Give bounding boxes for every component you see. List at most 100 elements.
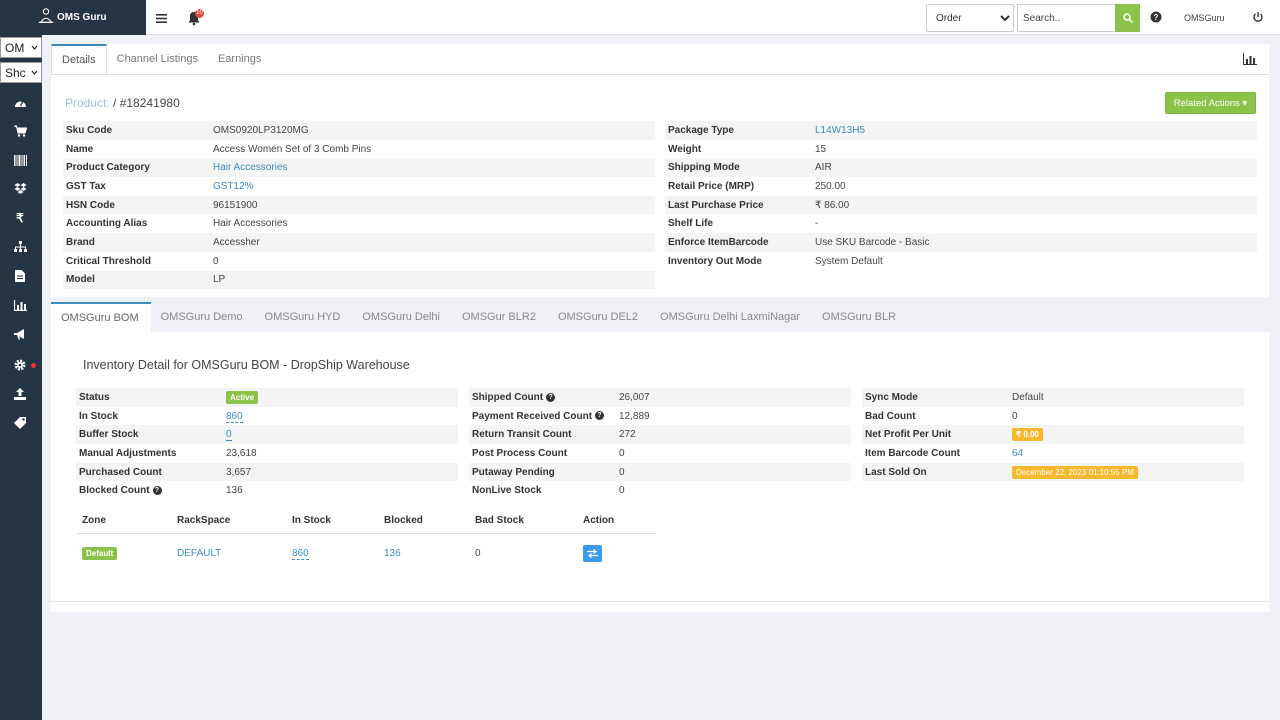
tab-warehouse[interactable]: OMSGur BLR2: [452, 302, 548, 332]
power-icon[interactable]: [1252, 11, 1264, 23]
settings-icon[interactable]: [12, 357, 28, 373]
tab-channel-listings[interactable]: Channel Listings: [107, 44, 208, 74]
detail-label: Critical Threshold: [66, 255, 152, 267]
help-icon[interactable]: ?: [152, 486, 162, 496]
product-link[interactable]: Product:: [65, 96, 110, 110]
detail-value-cell: GST12%: [210, 177, 655, 196]
inventory-row: Sync Mode Default: [862, 388, 1244, 407]
detail-label: Accounting Alias: [66, 218, 148, 230]
detail-label: Weight: [668, 143, 702, 155]
item-barcode-count-link[interactable]: 64: [1012, 448, 1023, 459]
related-actions-button[interactable]: Related Actions ▾: [1165, 92, 1256, 114]
inventory-value: 23,618: [226, 447, 257, 459]
inventory-label: Post Process Count: [472, 447, 568, 459]
inventory-label: Purchased Count: [76, 462, 223, 482]
detail-label: Sku Code: [63, 121, 210, 140]
exchange-icon: [587, 548, 598, 558]
dashboard-icon[interactable]: [12, 94, 28, 110]
detail-row: Accounting Alias Hair Accessories: [63, 214, 655, 233]
help-icon[interactable]: ?: [595, 411, 605, 421]
rackspace-link[interactable]: DEFAULT: [177, 548, 221, 559]
detail-row: Product Category Hair Accessories: [63, 158, 655, 178]
detail-value: ₹ 86.00: [812, 195, 1257, 215]
help-icon[interactable]: ?: [1150, 11, 1162, 23]
barcode-icon[interactable]: [12, 152, 28, 168]
tab-warehouse[interactable]: OMSGuru DEL2: [548, 302, 650, 332]
inventory-row: Bad Count 0: [862, 407, 1244, 426]
zone-blocked-link[interactable]: 136: [384, 548, 401, 559]
inventory-row: Blocked Count? 136: [76, 481, 458, 500]
detail-value-link[interactable]: GST12%: [213, 181, 254, 192]
detail-value-link[interactable]: L14W13H5: [815, 125, 865, 136]
menu-toggle-icon[interactable]: [151, 8, 171, 28]
tab-warehouse[interactable]: OMSGuru HYD: [255, 302, 353, 332]
column-header: Action: [578, 509, 656, 534]
table-row: Default DEFAULT 860 136 0: [77, 533, 656, 573]
tag-icon[interactable]: [12, 415, 28, 431]
detail-row: Inventory Out Mode System Default: [665, 252, 1257, 271]
brand[interactable]: OMS Guru: [0, 0, 146, 35]
tab-warehouse[interactable]: OMSGuru BOM: [51, 302, 151, 332]
sitemap-icon[interactable]: [12, 239, 28, 255]
user-menu[interactable]: OMSGuru: [1184, 13, 1225, 23]
detail-value: AIR: [812, 158, 1257, 178]
dropbox-icon[interactable]: [12, 181, 28, 197]
inventory-value: 0: [1012, 410, 1018, 422]
inventory-value: 0: [619, 485, 625, 497]
inventory-row: Last Sold On December 22, 2023 01:10:55 …: [862, 462, 1244, 482]
transfer-button[interactable]: [583, 544, 602, 562]
product-details-panel: Details Channel Listings Earnings Produc…: [51, 44, 1269, 297]
in-stock-link[interactable]: 860: [226, 410, 243, 423]
tab-warehouse[interactable]: OMSGuru Delhi LaxmiNagar: [650, 302, 812, 332]
inventory-stats-col2: Shipped Count? 26,007 Payment Received C…: [469, 388, 851, 500]
zone-bad-stock: 0: [475, 547, 481, 559]
tab-earnings[interactable]: Earnings: [208, 44, 271, 74]
bar-chart-icon[interactable]: [1243, 53, 1257, 65]
search-scope-select[interactable]: Order: [926, 4, 1014, 32]
inventory-label: In Stock: [79, 410, 118, 422]
inventory-value: 0: [616, 462, 851, 482]
warehouse-panel: OMSGuru BOM OMSGuru Demo OMSGuru HYD OMS…: [51, 302, 1269, 612]
warehouse-tabs: OMSGuru BOM OMSGuru Demo OMSGuru HYD OMS…: [51, 302, 1269, 332]
column-header: Blocked: [379, 509, 470, 534]
detail-value: Access Women Set of 3 Comb Pins: [213, 143, 372, 155]
tab-warehouse[interactable]: OMSGuru BLR: [812, 302, 908, 332]
rupee-icon[interactable]: ₹: [12, 210, 28, 226]
tab-details[interactable]: Details: [51, 44, 107, 74]
detail-value: -: [815, 218, 819, 230]
product-details-right: Package Type L14W13H5 Weight 15 Shipping Mod…: [665, 121, 1257, 271]
inventory-row: Buffer Stock 0: [76, 425, 458, 445]
tab-warehouse[interactable]: OMSGuru Demo: [151, 302, 255, 332]
help-icon[interactable]: ?: [546, 392, 556, 402]
inventory-value: 12,889: [619, 410, 650, 422]
search-input[interactable]: [1017, 4, 1115, 32]
product-id: / #18241980: [109, 96, 180, 110]
inventory-label: Last Sold On: [862, 462, 1009, 482]
detail-row: Model LP: [63, 270, 655, 290]
inventory-row: Net Profit Per Unit ₹ 0.00: [862, 425, 1244, 445]
inventory-value: 272: [616, 425, 851, 445]
inventory-row: Post Process Count 0: [469, 444, 851, 463]
inventory-label-cell: Shipped Count?: [469, 388, 616, 407]
zone-in-stock-link[interactable]: 860: [292, 547, 309, 560]
sidebar-select-shop[interactable]: Shc: [0, 62, 42, 83]
buffer-stock-link[interactable]: 0: [226, 429, 232, 442]
search-button[interactable]: [1115, 4, 1140, 32]
sidebar-select-account[interactable]: OM: [0, 37, 42, 58]
column-header: Zone: [77, 509, 172, 534]
detail-value: OMS0920LP3120MG: [210, 121, 655, 140]
detail-label: Enforce ItemBarcode: [665, 233, 812, 252]
inventory-label: Net Profit Per Unit: [862, 425, 1009, 445]
bar-chart-icon[interactable]: [12, 297, 28, 313]
inventory-value: Default: [1009, 388, 1244, 407]
upload-icon[interactable]: [12, 386, 28, 402]
cart-icon[interactable]: [12, 123, 28, 139]
tab-warehouse[interactable]: OMSGuru Delhi: [352, 302, 452, 332]
bullhorn-icon[interactable]: [12, 326, 28, 342]
file-icon[interactable]: [12, 268, 28, 284]
inventory-label: Putaway Pending: [469, 462, 616, 482]
detail-row: Sku Code OMS0920LP3120MG: [63, 121, 655, 140]
detail-value-link[interactable]: Hair Accessories: [213, 162, 287, 173]
inventory-label: NonLive Stock: [472, 485, 542, 497]
inventory-label: Shipped Count: [472, 391, 544, 403]
